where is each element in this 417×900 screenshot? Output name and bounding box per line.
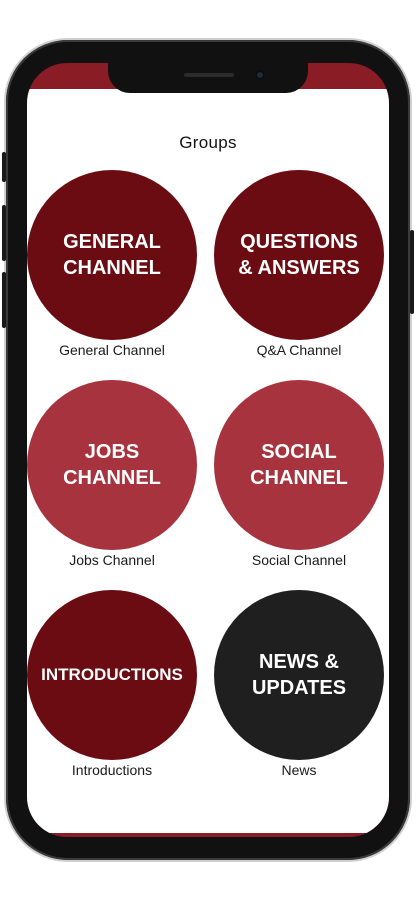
group-label: News [281, 762, 317, 778]
group-button-introductions[interactable]: INTRODUCTIONS [27, 590, 197, 760]
side-button-mute [2, 152, 6, 182]
group-button-general[interactable]: GENERAL CHANNEL [27, 170, 197, 340]
group-circle-text: NEWS & UPDATES [251, 651, 347, 699]
group-button-qa[interactable]: QUESTIONS & ANSWERS [214, 170, 384, 340]
group-button-social[interactable]: SOCIAL CHANNEL [214, 380, 384, 550]
group-circle-text: SOCIAL CHANNEL [250, 441, 348, 489]
group-tile-qa[interactable]: QUESTIONS & ANSWERS Q&A Channel [214, 170, 384, 358]
group-tile-introductions[interactable]: INTRODUCTIONS Introductions [27, 590, 197, 778]
group-label: General Channel [59, 342, 165, 358]
speaker-grille [184, 73, 234, 77]
group-label: Q&A Channel [256, 342, 342, 358]
group-circle-text: INTRODUCTIONS [41, 665, 183, 684]
app-content: Groups GENERAL CHANNEL General Channel Q… [27, 89, 389, 833]
group-label: Introductions [71, 762, 153, 778]
page-title: Groups [179, 133, 237, 152]
group-tile-general[interactable]: GENERAL CHANNEL General Channel [27, 170, 197, 358]
front-camera-icon [255, 70, 265, 80]
side-button-volume-down [2, 272, 6, 328]
phone-frame: Groups GENERAL CHANNEL General Channel Q… [2, 40, 414, 860]
group-label: Jobs Channel [69, 552, 155, 568]
group-label: Social Channel [251, 552, 347, 568]
side-button-volume-up [2, 205, 6, 261]
group-button-jobs[interactable]: JOBS CHANNEL [27, 380, 197, 550]
group-tile-social[interactable]: SOCIAL CHANNEL Social Channel [214, 380, 384, 568]
group-tile-jobs[interactable]: JOBS CHANNEL Jobs Channel [27, 380, 197, 568]
group-tile-news[interactable]: NEWS & UPDATES News [214, 590, 384, 778]
phone-notch [108, 63, 308, 93]
screen: Groups GENERAL CHANNEL General Channel Q… [27, 63, 389, 837]
group-circle-text: JOBS CHANNEL [63, 441, 161, 489]
group-button-news[interactable]: NEWS & UPDATES [214, 590, 384, 760]
group-circle-text: GENERAL CHANNEL [63, 231, 161, 279]
side-button-power [410, 230, 414, 314]
group-circle-text: QUESTIONS & ANSWERS [238, 231, 360, 279]
